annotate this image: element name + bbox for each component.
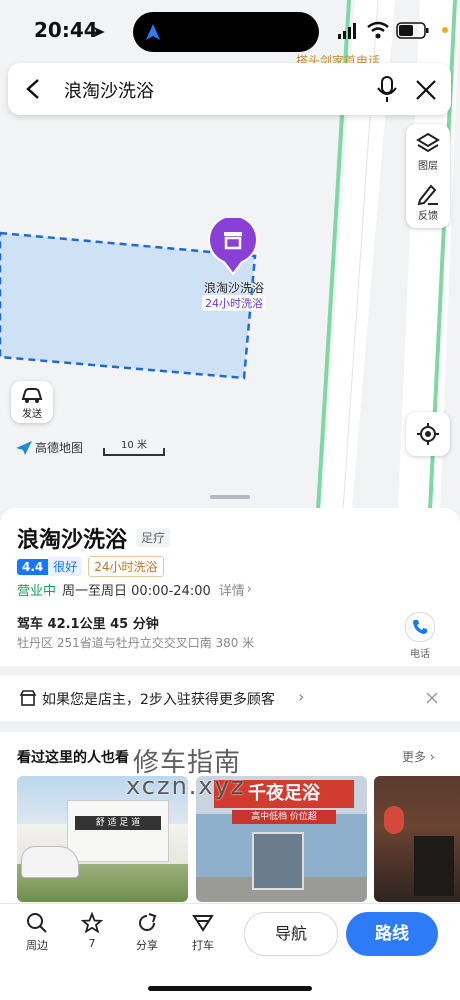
microphone-icon[interactable] (376, 76, 398, 104)
feedback-button[interactable]: 反馈 (406, 180, 450, 226)
car-shape (21, 846, 79, 878)
amap-logo-icon (16, 440, 32, 455)
share-icon (139, 913, 157, 931)
locate-me-button[interactable] (406, 412, 450, 456)
dismiss-icon[interactable] (426, 692, 438, 704)
dynamic-island (133, 12, 319, 52)
chevron-right-icon: › (298, 687, 305, 706)
poi-name-label: 浪淘沙洗浴 (203, 281, 264, 295)
phone-icon (405, 612, 435, 642)
drive-info: 驾车 42.1公里 45 分钟 (17, 617, 159, 632)
nearby-label: 周边 (26, 939, 48, 952)
watermark-en: xczn.xyz (126, 772, 246, 800)
send-label: 发送 (22, 409, 42, 420)
chevron-right-icon: › (426, 750, 435, 764)
rating-row: 4.4 很好 24小时洗浴 (17, 556, 164, 577)
route-button[interactable]: 路线 (346, 912, 438, 956)
star-icon (80, 911, 104, 934)
car-send-icon (21, 388, 43, 403)
more-link[interactable]: 更多 › (402, 748, 435, 765)
back-arrow-icon[interactable] (22, 77, 46, 101)
home-indicator[interactable] (148, 986, 312, 991)
map-tools: 图层 反馈 (406, 124, 450, 228)
rating-text: 很好 (48, 557, 83, 576)
related-title: 看过这里的人也看 (17, 750, 129, 766)
taxi-icon (192, 915, 214, 932)
wifi-icon (367, 21, 389, 39)
layers-button[interactable]: 图层 (406, 130, 450, 176)
navigate-button[interactable]: 导航 (244, 912, 338, 956)
hours-row[interactable]: 营业中 周一至周日 00:00-24:00 详情 › (17, 580, 252, 599)
share-button[interactable]: 分享 (122, 912, 172, 953)
send-to-car-button[interactable]: 发送 (11, 381, 53, 423)
owner-banner[interactable]: 如果您是店主，2步入驻获得更多顾客 › (0, 675, 460, 721)
map-brand: 高德地图 (16, 439, 83, 456)
drag-handle[interactable] (210, 495, 250, 499)
battery-icon (396, 22, 429, 39)
taxi-button[interactable]: 打车 (178, 912, 228, 953)
owner-banner-text: 如果您是店主，2步入驻获得更多顾客 (42, 692, 275, 708)
category-tag: 足疗 (136, 528, 171, 547)
details-link[interactable]: 详情 (219, 580, 245, 599)
cellular-signal-icon (338, 23, 356, 39)
poi-tag-label: 24小时洗浴 (202, 295, 266, 311)
rating-score: 4.4 (17, 558, 49, 575)
search-icon (27, 913, 47, 933)
brand-name: 高德地图 (35, 441, 84, 455)
poi-marker[interactable] (208, 214, 258, 276)
address: 牡丹区 251省道与牡丹立交交叉口南 380 米 (17, 636, 255, 650)
door-shape (252, 832, 304, 890)
scale-label: 10 米 (121, 440, 147, 451)
search-bar[interactable]: 浪淘沙洗浴 (8, 63, 451, 115)
search-query[interactable]: 浪淘沙洗浴 (64, 77, 154, 103)
lantern-shape (384, 806, 404, 834)
phone-button[interactable]: 电话 (404, 612, 436, 662)
navigation-icon (146, 24, 160, 40)
share-label: 分享 (136, 939, 158, 952)
taxi-label: 打车 (192, 939, 214, 952)
close-icon[interactable] (415, 79, 437, 101)
map-view[interactable]: 20:44 ➤ 搭头剑家首电话 浪淘沙洗浴 图层 反馈 浪淘沙洗浴 24小时洗浴… (0, 0, 460, 510)
status-time: 20:44 (34, 18, 98, 42)
favorite-button[interactable]: 7 (67, 911, 117, 950)
feedback-label: 反馈 (418, 211, 438, 222)
crosshair-icon (417, 423, 439, 445)
privacy-indicator-dot (442, 27, 448, 33)
feedback-pencil-icon (417, 184, 438, 206)
poi-pin-icon (208, 214, 258, 276)
door-shape (414, 836, 454, 896)
layers-label: 图层 (418, 161, 438, 172)
phone-label: 电话 (410, 649, 430, 660)
nearby-button[interactable]: 周边 (12, 912, 62, 953)
more-label: 更多 (402, 750, 427, 764)
layers-icon (416, 132, 440, 153)
place-name: 浪淘沙洗浴 (17, 528, 128, 553)
favorite-count: 7 (88, 937, 96, 950)
location-arrow-icon: ➤ (92, 22, 106, 41)
hours-tag: 24小时洗浴 (88, 556, 164, 577)
store-icon (19, 690, 37, 706)
shop-sign: 舒 适 足 道 (75, 816, 161, 830)
hours-text: 周一至周日 00:00-24:00 (62, 584, 211, 599)
open-status: 营业中 (17, 584, 57, 599)
related-photo-3[interactable] (374, 776, 460, 902)
building-shape (67, 800, 169, 862)
shop-subsign: 高中低档 价位超 (232, 810, 336, 824)
chevron-right-icon: › (246, 582, 252, 597)
